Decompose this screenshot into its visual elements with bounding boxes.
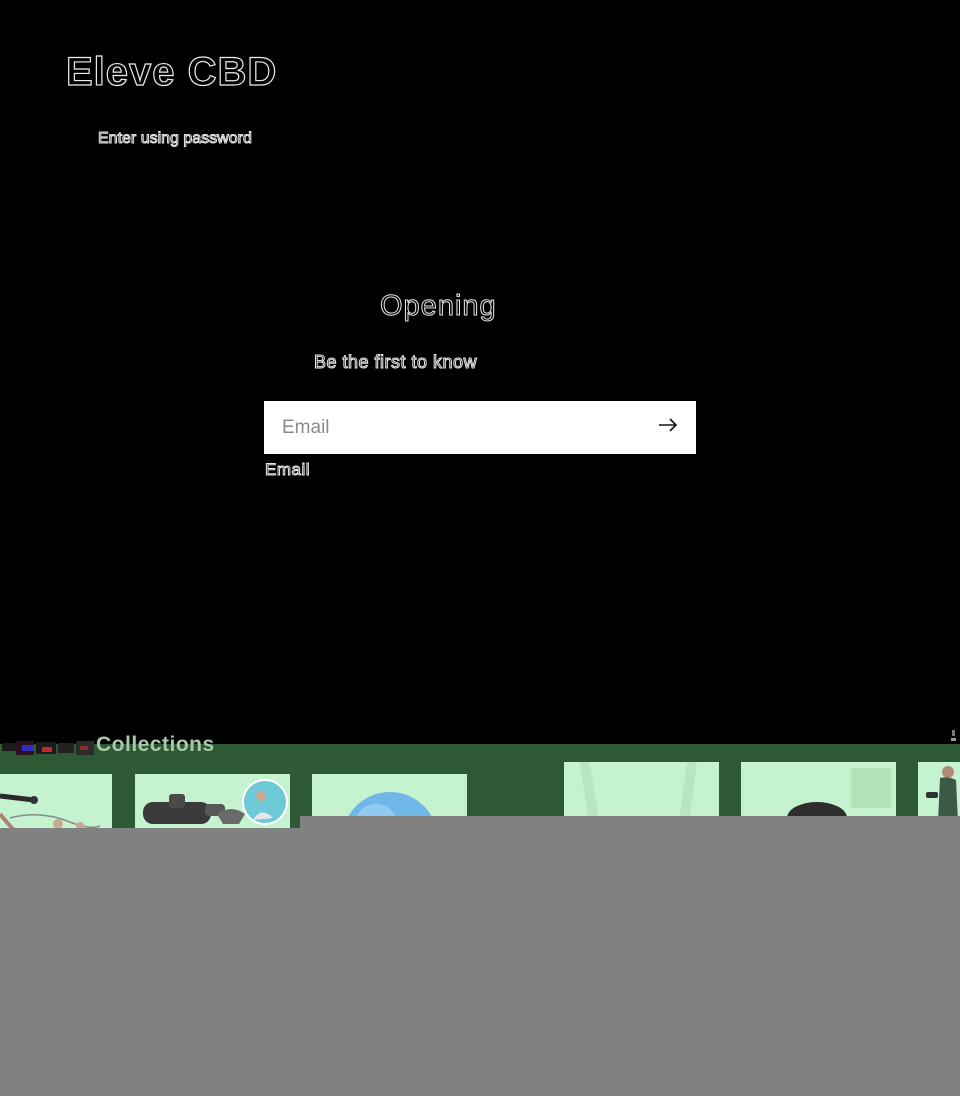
collection-card-woman-fitness[interactable]: [918, 762, 960, 822]
gray-overlay-step: [300, 816, 960, 828]
gray-overlay-panel: [0, 828, 960, 1096]
newsletter-form: [264, 401, 696, 454]
collection-card-massage-gun[interactable]: [135, 774, 290, 834]
email-input[interactable]: [264, 401, 644, 454]
collection-card-feet[interactable]: [564, 762, 719, 822]
collections-title: Collections: [96, 733, 215, 756]
arrow-right-icon: [659, 418, 678, 432]
collection-card-fitness[interactable]: [0, 774, 112, 834]
corner-indicator-icon: [951, 730, 956, 741]
page-title: Opening: [380, 290, 497, 323]
black-massage-device-image: [741, 762, 896, 822]
feet-product-image: [564, 762, 719, 822]
store-logo[interactable]: Eleve CBD: [65, 49, 277, 95]
collection-card-massage-device[interactable]: [741, 762, 896, 822]
massage-gun-image: [135, 774, 290, 834]
fitness-resistance-band-image: [0, 774, 112, 834]
email-field-label: Email: [264, 460, 311, 480]
newsletter-subtitle: Be the first to know: [313, 352, 478, 373]
collections-glitch-decoration: [2, 741, 94, 755]
subscribe-button[interactable]: [650, 409, 686, 445]
enter-password-link[interactable]: Enter using password: [98, 130, 253, 148]
woman-fitness-image: [918, 762, 960, 822]
